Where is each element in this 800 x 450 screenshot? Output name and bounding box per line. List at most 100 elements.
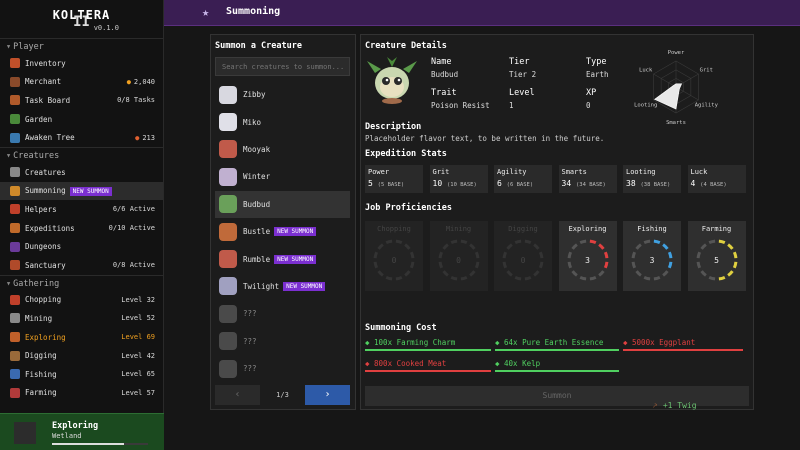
ring-segment (524, 239, 532, 245)
summoning-star-icon (10, 185, 20, 196)
activity-progress-bar (52, 443, 148, 445)
job-level: 5 (714, 256, 719, 265)
kelp-icon: ◆ (495, 359, 505, 368)
sidebar-item-value: 6/6 Active (112, 205, 155, 214)
expeditions-icon (10, 223, 20, 234)
ring-segment (726, 243, 734, 250)
pager: ‹ 1/3 › (215, 385, 350, 405)
sidebar-item-dungeons[interactable]: Dungeons (0, 237, 163, 256)
sidebar-item-label: Garden (25, 114, 53, 124)
sidebar-item-value: Level 32 (121, 295, 155, 304)
cost-item: ◆ 800x Cooked Meat (365, 358, 491, 372)
sidebar-item-task-board[interactable]: Task Board 0/8 Tasks (0, 91, 163, 110)
job-proficiencies-title: Job Proficiencies (365, 203, 452, 213)
creature-list-item[interactable]: ??? (215, 355, 350, 382)
axe-icon (10, 294, 20, 305)
gem-icon: ● (135, 133, 140, 142)
sidebar-item-summoning[interactable]: Summoning NEW SUMMON (0, 181, 163, 201)
sidebar-item-value: Level 52 (121, 314, 155, 323)
sidebar: II KOLTERA v0.1.0 ▾ Player Inventory Mercha… (0, 0, 164, 450)
job-card-chopping: Chopping 0 (365, 221, 423, 291)
sidebar-item-chopping[interactable]: Chopping Level 32 (0, 291, 163, 310)
sidebar-item-awaken-tree[interactable]: Awaken Tree ● 213 (0, 128, 163, 147)
radar-value-polygon (654, 83, 683, 110)
ring-segment (377, 243, 384, 250)
sidebar-item-merchant[interactable]: Merchant ● 2,040 (0, 73, 163, 92)
radar-axis-label: Smarts (666, 120, 686, 126)
job-name: Fishing (637, 225, 667, 233)
creature-list-item[interactable]: Twilight NEW SUMMON (215, 273, 350, 300)
stat-box-grit: Grit 10 (10 BASE) (429, 165, 488, 193)
creature-name: Miko (243, 117, 262, 127)
job-level: 0 (520, 256, 526, 265)
sidebar-item-inventory[interactable]: Inventory (0, 54, 163, 73)
ring-segment (460, 275, 467, 281)
job-level: 0 (456, 256, 461, 265)
sidebar-item-mining[interactable]: Mining Level 52 (0, 309, 163, 328)
creature-list-item[interactable]: Winter (215, 163, 350, 190)
ring-segment (597, 243, 605, 250)
creature-list-item[interactable]: Mooyak (215, 136, 350, 163)
level-label: Level (509, 88, 535, 98)
cost-underline (365, 349, 491, 351)
trait-value: Poison Resist (431, 101, 490, 110)
creature-list-item[interactable]: Rumble NEW SUMMON (215, 245, 350, 272)
ring-segment (597, 270, 605, 277)
sidebar-item-digging[interactable]: Digging Level 42 (0, 346, 163, 365)
stat-name: Luck (690, 168, 708, 176)
next-page-button[interactable]: › (305, 385, 350, 405)
sidebar-item-garden[interactable]: Garden (0, 110, 163, 129)
stat-base: (5 BASE) (377, 182, 405, 188)
creature-list-item[interactable]: Budbud (215, 190, 350, 218)
creatures-icon (10, 167, 20, 178)
creature-list-item[interactable]: Bustle NEW SUMMON (215, 218, 350, 245)
creature-list-item[interactable]: ??? (215, 328, 350, 355)
ring-segment (708, 239, 715, 245)
stat-box-power: Power 5 (5 BASE) (365, 165, 423, 193)
sidebar-item-farming[interactable]: Farming Level 57 (0, 384, 163, 403)
radar-axis-label: Luck (639, 68, 653, 74)
creature-list-item[interactable]: ??? (215, 300, 350, 327)
merchant-icon (10, 76, 20, 87)
sidebar-item-creatures[interactable]: Creatures (0, 163, 163, 182)
ring-segment (524, 275, 532, 281)
stat-base: (4 BASE) (700, 182, 727, 188)
sidebar-item-label: Mining (25, 313, 53, 323)
cost-underline (495, 370, 619, 372)
xp-value: 0 (586, 101, 591, 110)
ring-segment (514, 275, 522, 281)
ring-segment (570, 270, 578, 277)
section-gathering[interactable]: ▾ Gathering (0, 274, 163, 291)
stat-value: 38 (626, 179, 636, 188)
ring-segment (514, 239, 522, 245)
sidebar-item-helpers[interactable]: Helpers 6/6 Active (0, 200, 163, 219)
details-title: Creature Details (365, 41, 447, 51)
sidebar-item-label: Fishing (25, 369, 57, 379)
creature-name: Twilight (243, 281, 280, 291)
prev-page-button[interactable]: ‹ (215, 385, 260, 405)
ring-segment (579, 275, 586, 281)
section-creatures[interactable]: ▾ Creatures (0, 146, 163, 163)
coin-icon: ● (126, 77, 131, 86)
creature-list-item[interactable]: Miko (215, 108, 350, 135)
creature-list-item[interactable]: Zibby (215, 81, 350, 108)
summoning-cost-title: Summoning Cost (365, 323, 437, 333)
sidebar-item-fishing[interactable]: Fishing Level 65 (0, 365, 163, 384)
sidebar-item-value: Level 69 (121, 333, 155, 342)
ring-segment (653, 275, 661, 281)
sidebar-item-sanctuary[interactable]: Sanctuary 0/8 Active (0, 256, 163, 275)
name-value: Budbud (431, 70, 459, 79)
creature-search-input[interactable] (215, 57, 350, 76)
compass-icon (10, 332, 20, 343)
stat-base: (38 BASE) (640, 182, 671, 188)
essence-icon: ◆ (495, 338, 505, 347)
creature-name: ??? (243, 336, 257, 346)
sidebar-item-exploring[interactable]: Exploring Level 69 (0, 328, 163, 347)
current-activity[interactable]: Exploring Wetland (0, 413, 164, 450)
summon-list-panel: Summon a Creature Zibby Miko Mooyak Winter B… (210, 34, 356, 410)
creature-details-panel: Creature Details Name Budbud Tier Tier 2… (360, 34, 754, 410)
ring-segment (404, 270, 411, 277)
section-player[interactable]: ▾ Player (0, 38, 163, 54)
ring-segment (404, 243, 411, 250)
sidebar-item-expeditions[interactable]: Expeditions 0/10 Active (0, 219, 163, 238)
